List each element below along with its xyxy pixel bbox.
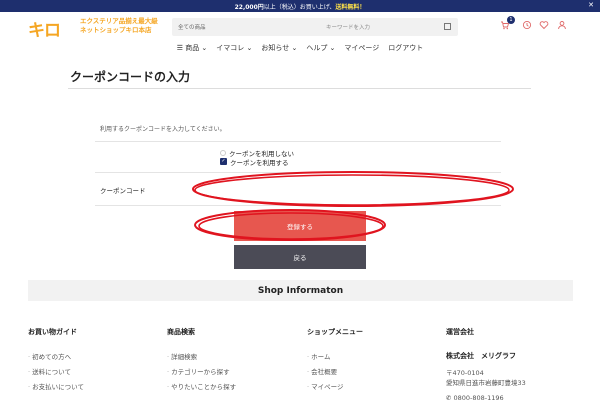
promo-bar: 22,000円 以上（税込）お買い上げ、 送料無料！ ✕	[0, 0, 600, 12]
logo-tagline: エクステリア品揃え最大級 ネットショップキロ本店	[80, 17, 158, 35]
back-button[interactable]: 戻る	[234, 245, 366, 269]
user-icon[interactable]	[557, 20, 567, 33]
option-use-coupon[interactable]: ✓ クーポンを利用する	[220, 157, 289, 167]
footer-column-title: 商品検索	[167, 328, 195, 336]
logo[interactable]: キロ	[28, 16, 76, 41]
company-zip: 〒470-0104	[446, 369, 484, 377]
footer-link[interactable]: 送料について	[28, 366, 84, 381]
title-divider	[68, 88, 531, 89]
company-name: 株式会社 メリグラフ	[446, 352, 516, 360]
footer-column-search: 商品検索 詳細検索 カテゴリーから探す やりたいことから探す	[167, 327, 236, 396]
header-icons: 1	[500, 16, 580, 34]
nav-item-mypage[interactable]: マイページ	[344, 43, 379, 53]
footer-link[interactable]: お支払いについて	[28, 381, 84, 396]
history-icon[interactable]	[522, 20, 532, 33]
footer-link[interactable]: やりたいことから探す	[167, 381, 236, 396]
search-bar: 全ての商品 キーワードを入力	[172, 18, 458, 36]
search-input[interactable]: キーワードを入力	[326, 23, 370, 31]
footer-link[interactable]: 詳細検索	[167, 351, 236, 366]
close-icon[interactable]: ✕	[588, 1, 594, 9]
nav-item-help[interactable]: ヘルプ ⌄	[306, 43, 335, 53]
nav-item-products[interactable]: ☰ 商品 ⌄	[177, 43, 208, 53]
footer-column-title: ショップメニュー	[307, 328, 363, 336]
tagline-line-2: ネットショップキロ本店	[80, 26, 152, 34]
form-divider	[95, 205, 501, 206]
phone-number: 0800-808-1196	[453, 394, 504, 400]
form-divider	[95, 141, 501, 142]
heart-icon[interactable]	[539, 20, 549, 33]
page-title: クーポンコードの入力	[70, 70, 191, 84]
nav-item-logout[interactable]: ログアウト	[388, 43, 423, 53]
footer-link[interactable]: カテゴリーから探す	[167, 366, 236, 381]
form-intro: 利用するクーポンコードを入力してください。	[100, 126, 226, 133]
footer-column-company: 運営会社 株式会社 メリグラフ 〒470-0104 愛知県日進市岩藤町豊境33 …	[446, 327, 526, 400]
shop-info-title: Shop Informaton	[257, 285, 344, 296]
footer-column-title: 運営会社	[446, 328, 474, 336]
footer-column-guide: お買い物ガイド 初めての方へ 送料について お支払いについて	[28, 327, 84, 396]
promo-text: 以上（税込）お買い上げ、	[263, 3, 336, 11]
nav-item-news[interactable]: お知らせ ⌄	[261, 43, 297, 53]
footer-link[interactable]: 初めての方へ	[28, 351, 84, 366]
main-nav: ☰ 商品 ⌄ イマコレ ⌄ お知らせ ⌄ ヘルプ ⌄ マイページ ログアウト	[0, 40, 600, 56]
company-phone[interactable]: ✆ 0800-808-1196	[446, 394, 526, 400]
promo-amount: 22,000円	[234, 3, 264, 11]
nav-item-imacore[interactable]: イマコレ ⌄	[216, 43, 252, 53]
radio-icon[interactable]	[220, 149, 226, 156]
register-button[interactable]: 登録する	[234, 211, 366, 241]
footer-link[interactable]: ホーム	[307, 351, 363, 366]
footer-link[interactable]: 会社概要	[307, 366, 363, 381]
option-use-coupon-label: クーポンを利用する	[230, 158, 289, 167]
coupon-code-label: クーポンコード	[100, 187, 146, 195]
checkbox-checked-icon[interactable]: ✓	[220, 158, 227, 165]
footer-column-shop-menu: ショップメニュー ホーム 会社概要 マイページ	[307, 327, 363, 396]
tagline-line-1: エクステリア品揃え最大級	[80, 17, 158, 25]
shop-info-heading: Shop Informaton	[28, 280, 573, 301]
promo-highlight: 送料無料！	[335, 3, 366, 11]
footer-link[interactable]: マイページ	[307, 381, 363, 396]
search-button-icon[interactable]	[444, 23, 451, 30]
logo-text: キロ	[28, 21, 61, 41]
cart-count-badge: 1	[507, 16, 515, 24]
form-divider	[95, 172, 501, 173]
search-category-select[interactable]: 全ての商品	[178, 23, 206, 31]
footer-column-title: お買い物ガイド	[28, 328, 77, 336]
company-address: 愛知県日進市岩藤町豊境33	[446, 378, 526, 387]
coupon-code-input[interactable]	[212, 178, 500, 196]
phone-icon: ✆	[446, 394, 454, 400]
